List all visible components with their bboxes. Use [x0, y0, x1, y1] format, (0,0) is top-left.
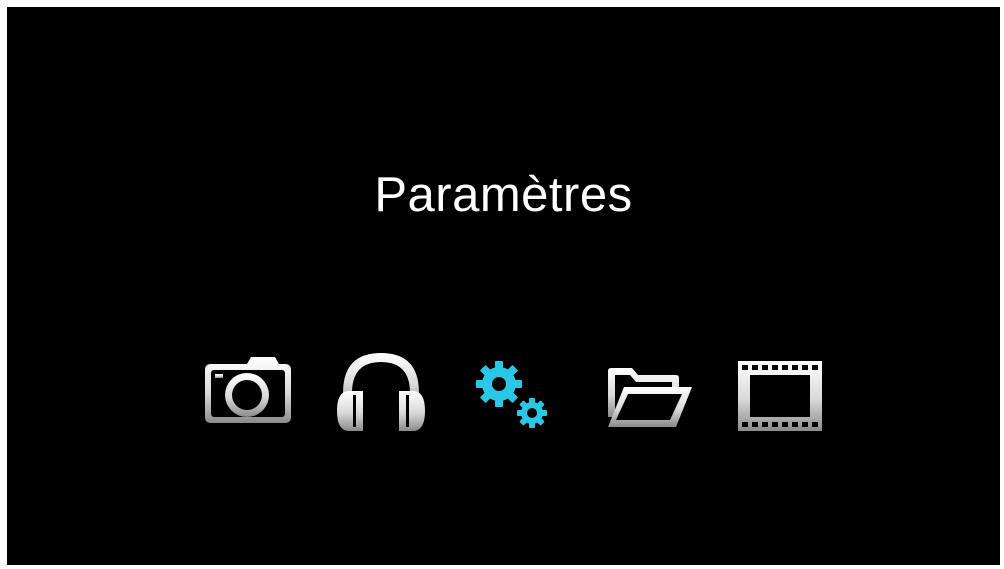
tv-screen: Paramètres — [7, 7, 1000, 565]
page-title: Paramètres — [374, 168, 633, 222]
menu-item-video[interactable] — [732, 347, 824, 437]
menu-item-files[interactable] — [602, 347, 694, 437]
menu-item-music[interactable] — [329, 347, 433, 437]
menu-item-settings[interactable] — [472, 347, 552, 437]
film-icon — [738, 361, 822, 431]
camera-icon — [205, 357, 291, 423]
menu-item-photos[interactable] — [201, 347, 293, 437]
gears-icon — [476, 361, 547, 428]
headphones-icon — [337, 353, 425, 431]
main-menu — [7, 347, 1000, 437]
folder-icon — [608, 368, 692, 427]
